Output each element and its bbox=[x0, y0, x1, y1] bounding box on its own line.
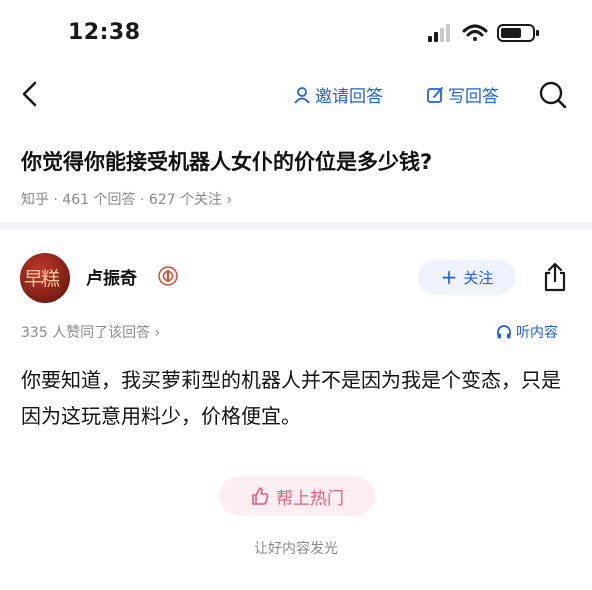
user-icon bbox=[294, 86, 310, 104]
avatar-logo-text: 早糕 bbox=[24, 268, 60, 290]
chevron-right-icon: › bbox=[154, 325, 161, 341]
write-answer-label: 写回答 bbox=[448, 87, 499, 107]
chevron-right-icon: › bbox=[226, 192, 233, 208]
answer-body[interactable]: 你要知道，我买萝莉型的机器人并不是因为我是个变态，只是因为这玩意用料少，价格便宜… bbox=[21, 362, 576, 434]
boost-hot-button[interactable]: 帮上热门 bbox=[219, 476, 375, 516]
invite-answer-button[interactable]: 邀请回答 bbox=[293, 82, 383, 107]
write-answer-button[interactable]: 写回答 bbox=[426, 82, 499, 107]
thumbs-up-icon bbox=[252, 487, 269, 505]
follow-button[interactable]: + 关注 bbox=[418, 259, 516, 295]
likes-count: 335 人赞同了该回答 bbox=[21, 325, 151, 341]
question-title[interactable]: 你觉得你能接受机器人女仆的价位是多少钱? bbox=[21, 146, 576, 176]
headphones-icon bbox=[497, 325, 511, 339]
badge-icon bbox=[158, 266, 178, 286]
follow-label: 关注 bbox=[463, 268, 494, 287]
status-time: 12:38 bbox=[68, 20, 141, 45]
answer-count: 461 个回答 bbox=[62, 192, 136, 208]
edit-icon bbox=[427, 86, 443, 103]
follower-count: 627 个关注 bbox=[148, 192, 223, 208]
likes-summary[interactable]: 335 人赞同了该回答 › bbox=[21, 322, 160, 342]
section-divider bbox=[0, 222, 592, 230]
author-name[interactable]: 卢振奇 bbox=[86, 264, 137, 289]
avatar[interactable]: 早糕 bbox=[20, 253, 70, 303]
signal-icon bbox=[428, 24, 450, 42]
plus-icon: + bbox=[440, 265, 458, 289]
boost-subtitle: 让好内容发光 bbox=[254, 541, 338, 557]
listen-label: 听内容 bbox=[516, 325, 558, 341]
wifi-icon bbox=[462, 24, 488, 41]
listen-button[interactable]: 听内容 bbox=[496, 322, 558, 342]
boost-hot-label: 帮上热门 bbox=[276, 488, 344, 509]
share-icon[interactable] bbox=[541, 261, 569, 293]
invite-answer-label: 邀请回答 bbox=[315, 87, 383, 107]
status-icons bbox=[428, 24, 539, 42]
question-meta[interactable]: 知乎 · 461 个回答 · 627 个关注 › bbox=[21, 189, 232, 209]
battery-icon bbox=[497, 24, 539, 42]
back-button[interactable] bbox=[18, 80, 42, 108]
meta-separator: · bbox=[139, 192, 149, 208]
search-icon[interactable] bbox=[538, 80, 568, 110]
source-label: 知乎 bbox=[21, 192, 49, 208]
